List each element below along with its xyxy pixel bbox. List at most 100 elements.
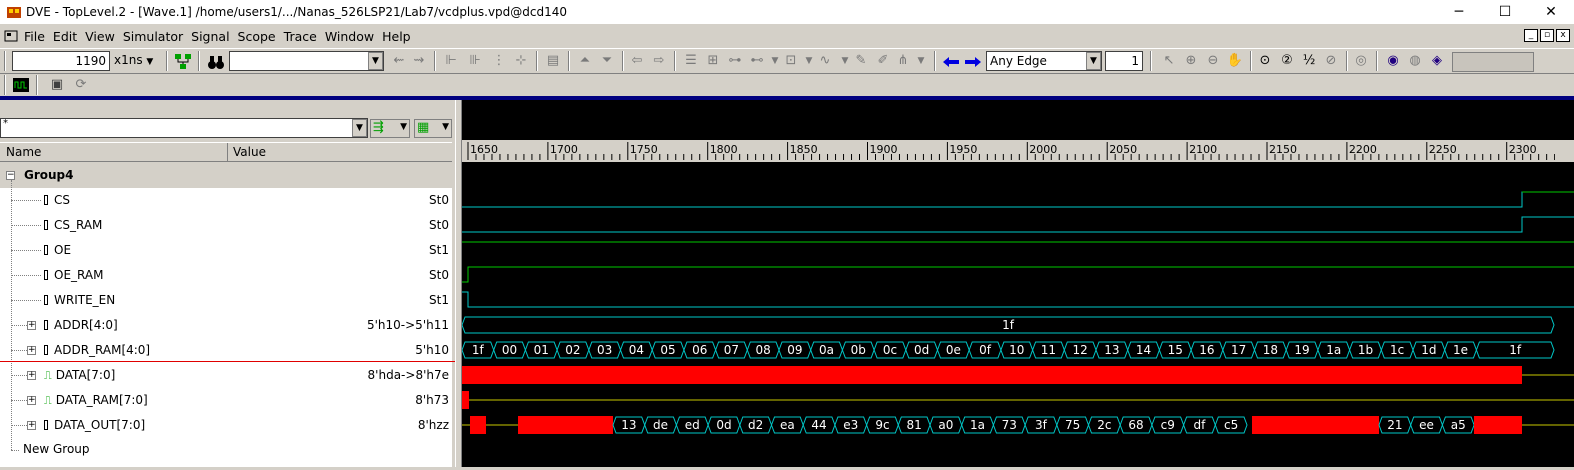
signal-row[interactable]: WRITE_EN St1: [0, 288, 452, 313]
maximize-button[interactable]: ☐: [1482, 0, 1528, 24]
search-input[interactable]: [229, 51, 384, 71]
zoom-region-icon[interactable]: ⊘: [1322, 52, 1340, 70]
toolbar-separator: [568, 51, 570, 71]
waveform-canvas[interactable]: 1650 1700 1750 1800 1850 1900 1950 2000 2050 2100…: [461, 100, 1574, 467]
name-column-header[interactable]: Name: [6, 145, 41, 159]
analog-icon[interactable]: ∿: [816, 52, 834, 70]
driver-icon[interactable]: ⊶: [726, 52, 744, 70]
minimize-button[interactable]: ─: [1436, 0, 1482, 24]
display-mode-select[interactable]: ▦ ▼: [414, 119, 452, 138]
zoom-cursor-icon[interactable]: ◎: [1352, 52, 1370, 70]
arrow-right-icon[interactable]: ⇨: [650, 52, 668, 70]
arrow-left-icon[interactable]: ⇦: [628, 52, 646, 70]
expand-icon[interactable]: +: [27, 396, 36, 405]
move-down-icon[interactable]: ⏷: [598, 52, 616, 70]
new-group-label[interactable]: New Group: [23, 442, 90, 456]
group-row[interactable]: − Group4: [0, 163, 452, 188]
signal-row[interactable]: CS St0: [0, 188, 452, 213]
binoculars-icon[interactable]: [207, 53, 225, 71]
bus-trace-icon[interactable]: ⋔: [894, 52, 912, 70]
search-forward-icon[interactable]: ⇝: [410, 52, 428, 70]
save-icon[interactable]: ▤: [544, 52, 562, 70]
window-title: DVE - TopLevel.2 - [Wave.1] /home/users1…: [26, 5, 568, 19]
schematic-icon[interactable]: ⊞: [704, 52, 722, 70]
forward-icon[interactable]: ◍: [1406, 52, 1424, 70]
pane-splitter[interactable]: [455, 100, 462, 467]
group-icon[interactable]: ⋮: [490, 52, 508, 70]
signal-row[interactable]: + ADDR_RAM[4:0] 5'h10: [0, 338, 452, 363]
bookmark-icon[interactable]: ◈: [1428, 52, 1446, 70]
menu-scope[interactable]: Scope: [236, 29, 282, 44]
zoom-full-icon[interactable]: ②: [1278, 52, 1296, 70]
search-back-icon[interactable]: ⇜: [390, 52, 408, 70]
menu-view[interactable]: View: [83, 29, 121, 44]
list-icon[interactable]: ☰: [682, 52, 700, 70]
ungroup-icon[interactable]: ⊹: [512, 52, 530, 70]
mdi-restore-button[interactable]: _: [1524, 29, 1538, 42]
bus-value-label: 1f: [1002, 318, 1015, 332]
signal-row[interactable]: + ⎍ DATA_RAM[7:0] 8'h73: [0, 388, 452, 413]
value-column-header[interactable]: Value: [227, 143, 266, 161]
chevron-down-icon: ▼: [400, 122, 407, 132]
menu-help[interactable]: Help: [380, 29, 417, 44]
signal-row[interactable]: OE St1: [0, 238, 452, 263]
marker-icon[interactable]: ⊡: [782, 52, 800, 70]
menu-trace[interactable]: Trace: [282, 29, 323, 44]
prev-edge-icon[interactable]: [942, 53, 960, 71]
filter-input[interactable]: *: [0, 118, 368, 138]
time-input[interactable]: 1190: [12, 51, 110, 71]
cursor-icon[interactable]: ↖: [1160, 52, 1178, 70]
time-ruler[interactable]: [462, 140, 1574, 162]
hand-icon[interactable]: ✋: [1226, 52, 1244, 70]
bus-value-label: 16: [1199, 343, 1214, 357]
signal-row[interactable]: CS_RAM St0: [0, 213, 452, 238]
menu-window[interactable]: Window: [323, 29, 380, 44]
bus-value-label: 15: [1168, 343, 1183, 357]
zoom-in-icon[interactable]: ⊕: [1182, 52, 1200, 70]
mdi-tile-button[interactable]: ▫: [1540, 29, 1554, 42]
next-edge-icon[interactable]: [964, 53, 982, 71]
menu-signal[interactable]: Signal: [189, 29, 235, 44]
signal-row[interactable]: OE_RAM St0: [0, 263, 452, 288]
signal-waveform: [462, 191, 1574, 208]
new-window-icon[interactable]: ▣: [48, 76, 66, 94]
move-up-icon[interactable]: ⏶: [576, 52, 594, 70]
time-unit-select[interactable]: x1ns ▼: [114, 53, 153, 67]
load-icon[interactable]: ⊷: [748, 52, 766, 70]
mdi-close-button[interactable]: x: [1556, 29, 1570, 42]
menu-simulator[interactable]: Simulator: [121, 29, 189, 44]
edge-count-input[interactable]: 1: [1105, 51, 1143, 71]
chevron-down-icon[interactable]: ▼: [1086, 52, 1101, 70]
eraser-icon[interactable]: ✎: [852, 52, 870, 70]
chevron-down-icon[interactable]: ▼: [368, 52, 383, 70]
collapse-icon[interactable]: −: [6, 171, 15, 180]
collapse-bus-icon[interactable]: ⊪: [466, 52, 484, 70]
bus-unknown-segment: [1252, 416, 1379, 434]
zoom-out-icon[interactable]: ⊖: [1204, 52, 1222, 70]
filter-type-select[interactable]: ⇶ ▼: [370, 119, 410, 138]
menu-edit[interactable]: Edit: [51, 29, 83, 44]
expand-bus-icon[interactable]: ⊩: [442, 52, 460, 70]
zoom-half-icon[interactable]: ½: [1300, 52, 1318, 70]
waveform-icon[interactable]: [12, 76, 30, 94]
zoom-fit-icon[interactable]: ⊙: [1256, 52, 1274, 70]
mdi-window-icon[interactable]: [4, 29, 18, 43]
signal-row[interactable]: + ⎍ DATA[7:0] 8'hda->8'h7e: [0, 363, 452, 388]
bookmark-select[interactable]: [1452, 52, 1534, 72]
menu-file[interactable]: File: [22, 29, 51, 44]
bus-value-label: 21: [1387, 418, 1402, 432]
signal-row[interactable]: + ADDR[4:0] 5'h10->5'h11: [0, 313, 452, 338]
refresh-icon[interactable]: ⟳: [72, 76, 90, 94]
network-icon[interactable]: [174, 53, 192, 71]
chevron-down-icon[interactable]: ▼: [352, 119, 367, 137]
signal-row[interactable]: + DATA_OUT[7:0] 8'hzz: [0, 413, 452, 438]
expand-icon[interactable]: +: [27, 421, 36, 430]
close-button[interactable]: ✕: [1528, 0, 1574, 24]
pen-icon[interactable]: ✐: [874, 52, 892, 70]
edge-type-select[interactable]: Any Edge: [986, 51, 1102, 71]
expand-icon[interactable]: +: [27, 321, 36, 330]
expand-icon[interactable]: +: [27, 346, 36, 355]
back-icon[interactable]: ◉: [1384, 52, 1402, 70]
chevron-down-icon[interactable]: ▼: [912, 52, 930, 70]
expand-icon[interactable]: +: [27, 371, 36, 380]
